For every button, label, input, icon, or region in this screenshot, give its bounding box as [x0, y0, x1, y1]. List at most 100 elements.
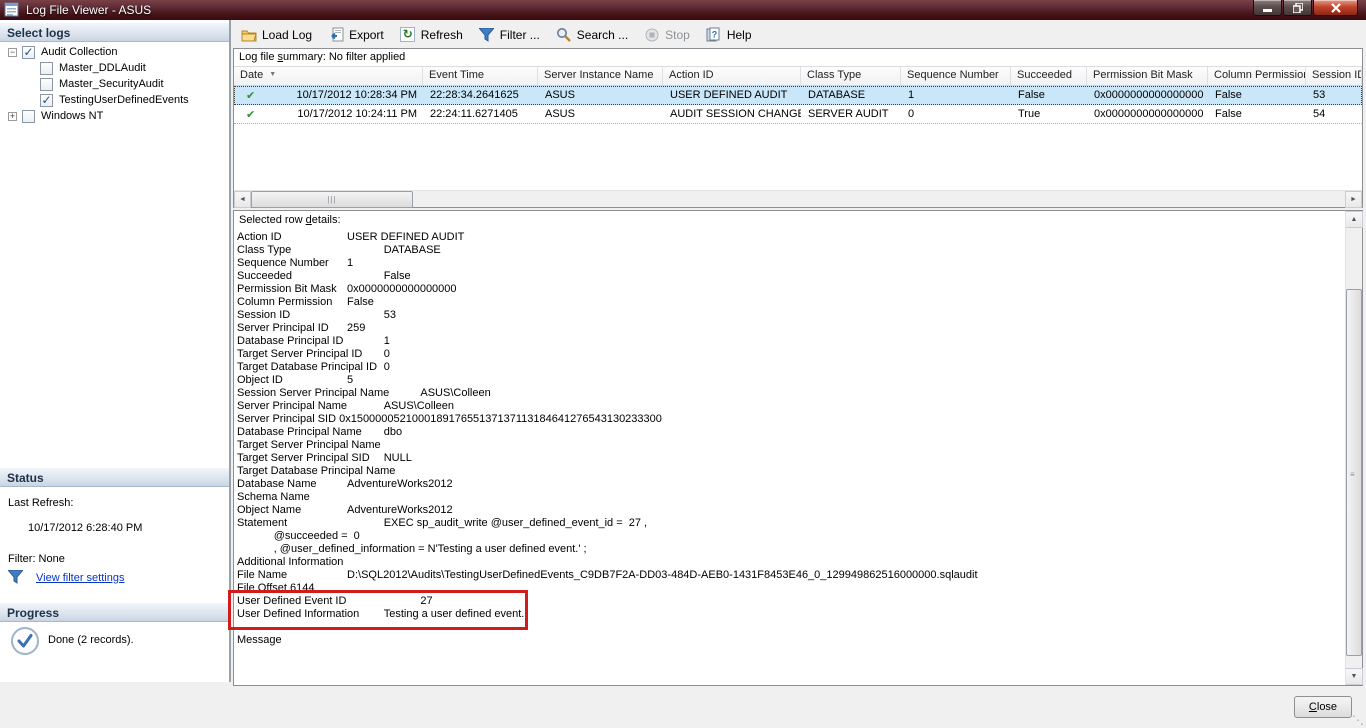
table-row[interactable]: ✔ 10/17/2012 10:24:11 PM 22:24:11.6271405…: [234, 105, 1362, 124]
detail-line: Action ID USER DEFINED AUDIT: [237, 231, 465, 243]
sidebar-item-windows-nt[interactable]: + Windows NT: [0, 108, 229, 124]
sidebar-item-master-ddlaudit[interactable]: Master_DDLAudit: [0, 60, 229, 76]
progress-header: Progress: [0, 602, 229, 622]
refresh-button[interactable]: ↻ Refresh: [395, 25, 470, 45]
column-header-session-id[interactable]: Session ID: [1306, 67, 1362, 85]
detail-line: Object Name AdventureWorks2012: [237, 504, 453, 516]
detail-line: Target Database Principal ID 0: [237, 361, 390, 373]
detail-line: Database Name AdventureWorks2012: [237, 478, 453, 490]
log-summary-bar: Log file summary: No filter applied: [234, 49, 1362, 67]
detail-line: Target Database Principal Name: [237, 465, 396, 477]
master-ddlaudit-checkbox[interactable]: [40, 61, 53, 75]
close-window-button[interactable]: [1313, 0, 1358, 16]
app-icon: [4, 2, 20, 18]
filter-button[interactable]: Filter ...: [474, 25, 547, 45]
column-header-action-id[interactable]: Action ID: [663, 67, 801, 85]
sidebar-item-master-securityaudit[interactable]: Master_SecurityAudit: [0, 76, 229, 92]
selected-row-details-title: Selected row details:: [239, 214, 341, 226]
resize-grip[interactable]: ⋱: [1352, 713, 1364, 727]
restore-button[interactable]: [1283, 0, 1312, 16]
column-header-sequence-number[interactable]: Sequence Number: [901, 67, 1011, 85]
scroll-down-button[interactable]: ▼: [1346, 668, 1363, 685]
done-check-icon: [10, 626, 40, 656]
horizontal-scrollbar-thumb[interactable]: |||: [251, 191, 413, 208]
grid-header-row: Date ▼ Event Time Server Instance Name Ac…: [234, 67, 1362, 86]
detail-line: Target Server Principal Name: [237, 439, 381, 451]
sidebar: Select logs − ✓ Audit Collection Master_…: [0, 20, 231, 682]
detail-line: Object ID 5: [237, 374, 354, 386]
checkbox-check-icon: ✓: [41, 93, 52, 107]
scroll-right-button[interactable]: ►: [1345, 191, 1362, 208]
scroll-up-button[interactable]: ▲: [1346, 211, 1363, 228]
column-header-date[interactable]: Date ▼: [234, 67, 423, 85]
log-file-viewer-window: Log File Viewer - ASUS Select logs − ✓ A…: [0, 0, 1366, 728]
column-header-server-instance-name[interactable]: Server Instance Name: [538, 67, 663, 85]
grid-horizontal-scrollbar[interactable]: ◄ ||| ►: [234, 190, 1362, 208]
log-grid: Log file summary: No filter applied Date…: [233, 48, 1363, 208]
log-tree: − ✓ Audit Collection Master_DDLAudit Mas…: [0, 44, 229, 124]
column-header-permission-bit-mask[interactable]: Permission Bit Mask: [1087, 67, 1208, 85]
audit-collection-checkbox[interactable]: ✓: [22, 45, 35, 59]
detail-line: Database Principal Name dbo: [237, 426, 403, 438]
row-check-icon: ✔: [246, 90, 256, 102]
sidebar-item-testinguserdefinedevents[interactable]: ✓ TestingUserDefinedEvents: [0, 92, 229, 108]
title-bar: Log File Viewer - ASUS: [0, 0, 1366, 20]
stop-button[interactable]: Stop: [639, 25, 697, 45]
details-text: Action ID USER DEFINED AUDIT Class Type …: [234, 231, 1362, 647]
checkbox-check-icon: ✓: [23, 45, 34, 59]
detail-line: @succeeded = 0: [237, 530, 360, 542]
detail-line: Column Permission False: [237, 296, 374, 308]
detail-line: Sequence Number 1: [237, 257, 354, 269]
detail-line: Server Principal SID 0x15000005210001891…: [237, 413, 662, 425]
tree-item-label: Windows NT: [41, 110, 104, 122]
detail-line: Additional Information: [237, 556, 344, 568]
windows-nt-checkbox[interactable]: [22, 109, 35, 123]
progress-status-text: Done (2 records).: [48, 634, 134, 646]
expand-expander-icon[interactable]: +: [8, 111, 17, 121]
master-securityaudit-checkbox[interactable]: [40, 77, 53, 91]
last-refresh-value: 10/17/2012 6:28:40 PM: [28, 522, 143, 534]
detail-line: Target Server Principal SID NULL: [237, 452, 412, 464]
row-check-icon: ✔: [246, 109, 256, 121]
filter-funnel-icon: [479, 27, 495, 43]
sidebar-item-audit-collection[interactable]: − ✓ Audit Collection: [0, 44, 229, 60]
stop-icon: [644, 27, 660, 43]
detail-line: Schema Name: [237, 491, 310, 503]
message-label: Message: [237, 634, 282, 646]
minimize-button[interactable]: [1253, 0, 1282, 16]
export-button[interactable]: Export: [323, 25, 391, 45]
select-logs-header: Select logs: [0, 22, 229, 42]
sort-indicator-icon: ▼: [269, 71, 277, 78]
detail-line: Server Principal Name ASUS\Colleen: [237, 400, 455, 412]
help-button[interactable]: ? Help: [701, 25, 759, 45]
details-vertical-scrollbar[interactable]: ▲ ≡ ▼: [1345, 211, 1363, 685]
column-header-succeeded[interactable]: Succeeded: [1011, 67, 1087, 85]
detail-line: Target Server Principal ID 0: [237, 348, 390, 360]
detail-line: Statement EXEC sp_audit_write @user_defi…: [237, 517, 648, 529]
detail-line: , @user_defined_information = N'Testing …: [237, 543, 587, 555]
table-row[interactable]: ✔ 10/17/2012 10:28:34 PM 22:28:34.2641625…: [234, 86, 1362, 105]
red-highlight-box: [228, 590, 528, 630]
window-title: Log File Viewer - ASUS: [26, 3, 152, 17]
testinguserdefinedevents-checkbox[interactable]: ✓: [40, 93, 53, 107]
help-icon: ?: [706, 27, 722, 43]
folder-open-icon: [241, 27, 257, 43]
tree-item-label: Master_DDLAudit: [59, 62, 146, 74]
detail-line: Session ID 53: [237, 309, 396, 321]
column-header-event-time[interactable]: Event Time: [423, 67, 538, 85]
column-header-column-permission[interactable]: Column Permission: [1208, 67, 1306, 85]
column-header-class-type[interactable]: Class Type: [801, 67, 901, 85]
filter-status-label: Filter: None: [8, 553, 65, 565]
collapse-expander-icon[interactable]: −: [8, 47, 17, 57]
search-button[interactable]: Search ...: [551, 25, 635, 45]
vertical-scrollbar-thumb[interactable]: ≡: [1346, 289, 1362, 656]
svg-text:?: ?: [712, 30, 718, 40]
detail-line: Session Server Principal Name ASUS\Colle…: [237, 387, 491, 399]
view-filter-settings-link[interactable]: View filter settings: [36, 572, 124, 584]
last-refresh-label: Last Refresh:: [8, 497, 74, 509]
close-button[interactable]: Close: [1294, 696, 1352, 718]
toolbar: Load Log Export ↻ Refresh Filter ... Sea…: [236, 22, 1364, 47]
detail-line: Database Principal ID 1: [237, 335, 390, 347]
load-log-button[interactable]: Load Log: [236, 25, 319, 45]
scroll-left-button[interactable]: ◄: [234, 191, 251, 208]
